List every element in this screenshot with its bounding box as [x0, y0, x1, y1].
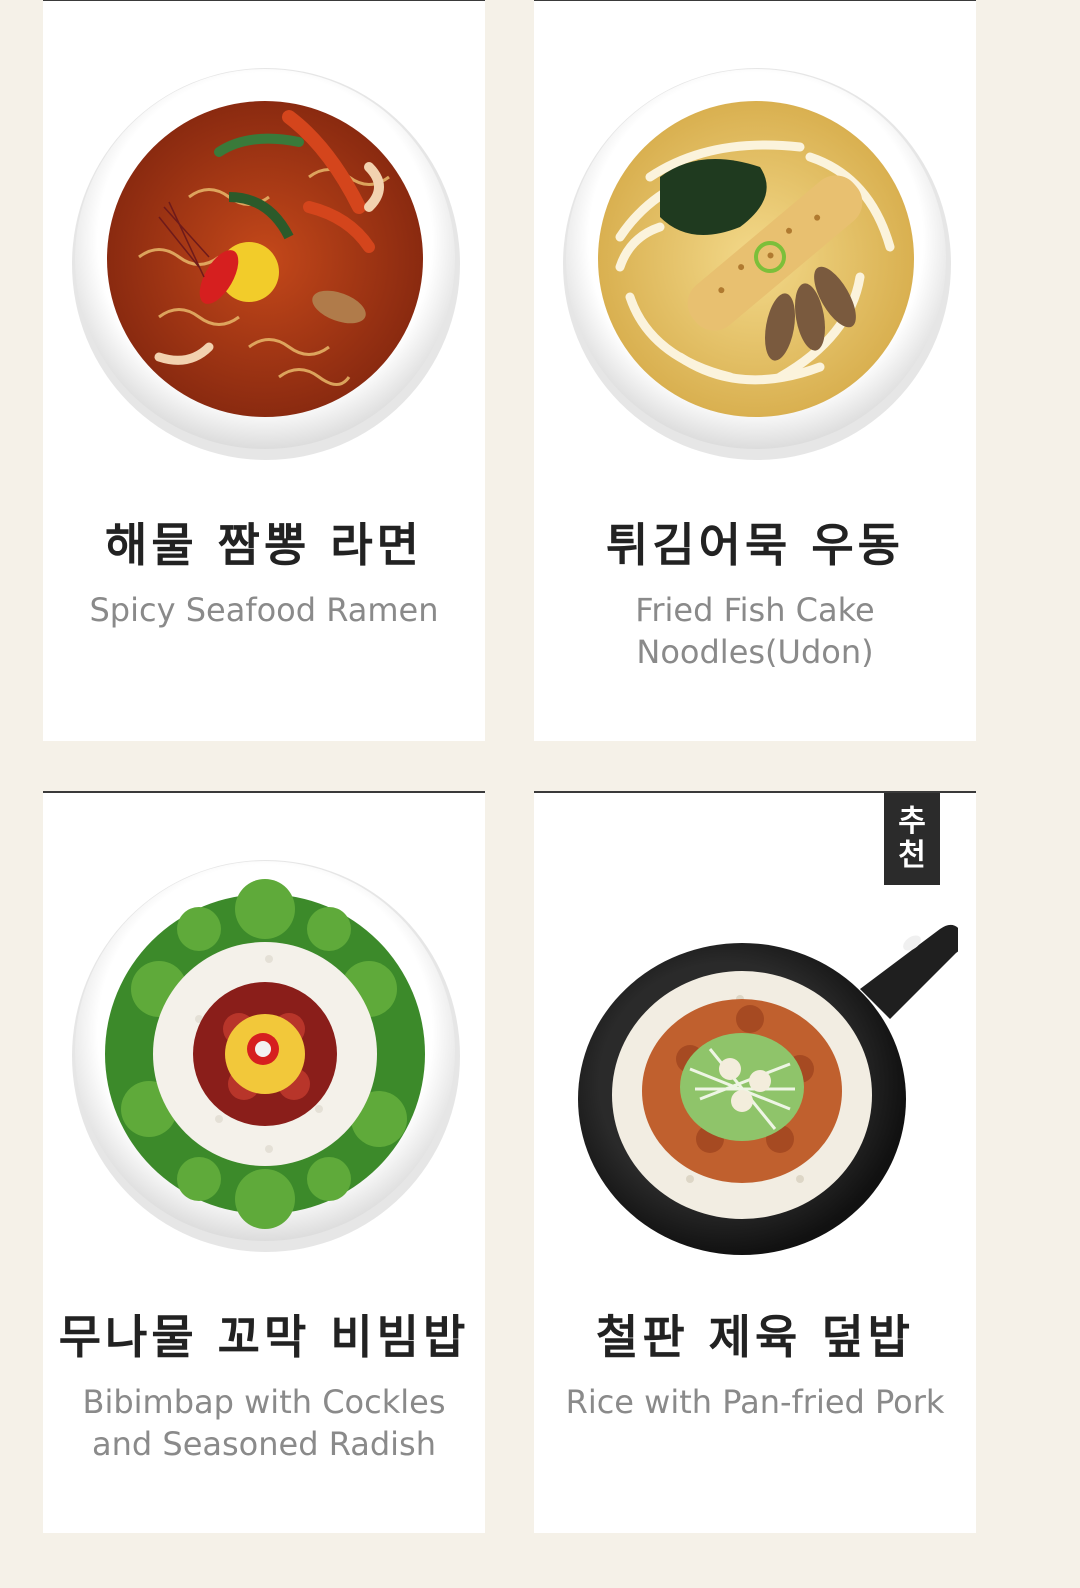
menu-name-ko: 해물 짬뽕 라면: [105, 518, 423, 572]
menu-name-ko: 무나물 꼬막 비빔밥: [58, 1310, 470, 1364]
menu-name-en: Spicy Seafood Ramen: [89, 591, 439, 629]
pan-fried-pork-rice-photo: [560, 849, 958, 1259]
menu-card-pan-fried-pork-rice[interactable]: 추 천 철판 제육 덮밥 Rice with Pan-fried Pork: [534, 791, 976, 1533]
menu-name-ko: 철판 제육 덮밥: [596, 1310, 914, 1364]
cockle-bibimbap-photo: [69, 849, 467, 1259]
menu-card-fried-fish-cake-udon[interactable]: 튀김어묵 우동 Fried Fish Cake Noodles(Udon): [534, 0, 976, 741]
spicy-seafood-ramen-photo: [69, 57, 467, 467]
menu-name-ko: 튀김어묵 우동: [606, 518, 904, 572]
menu-card-cockle-bibimbap[interactable]: 무나물 꼬막 비빔밥 Bibimbap with Cockles and Sea…: [43, 791, 485, 1533]
menu-card-spicy-seafood-ramen[interactable]: 해물 짬뽕 라면 Spicy Seafood Ramen: [43, 0, 485, 741]
fried-fish-cake-udon-photo: [560, 57, 958, 467]
menu-name-en: Fried Fish Cake Noodles(Udon): [635, 591, 875, 671]
menu-name-en: Rice with Pan-fried Pork: [565, 1383, 945, 1421]
menu-name-en: Bibimbap with Cockles and Seasoned Radis…: [82, 1383, 446, 1463]
menu-grid: 해물 짬뽕 라면 Spicy Seafood Ramen 튀김어묵 우동 Fri…: [0, 0, 1080, 1588]
